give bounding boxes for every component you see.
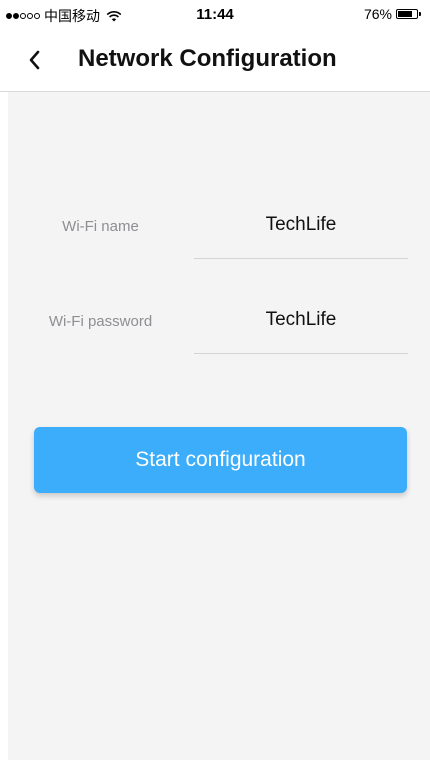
status-right: 76% bbox=[363, 6, 421, 22]
page-title: Network Configuration bbox=[78, 45, 337, 72]
wifi-password-label: Wi-Fi password bbox=[48, 313, 153, 330]
wifi-password-row: Wi-Fi password bbox=[8, 287, 430, 357]
wifi-password-input[interactable] bbox=[194, 287, 408, 354]
network-config-form: Wi-Fi name Wi-Fi password Start configur… bbox=[8, 92, 430, 760]
battery-icon bbox=[396, 9, 421, 19]
status-bar: 中国移动 11:44 76% bbox=[0, 0, 430, 28]
navigation-bar: Network Configuration bbox=[0, 28, 430, 92]
start-configuration-button[interactable]: Start configuration bbox=[34, 427, 407, 493]
chevron-left-icon bbox=[29, 50, 40, 70]
back-button[interactable] bbox=[22, 46, 46, 74]
battery-percent: 76% bbox=[363, 6, 392, 22]
wifi-name-input[interactable] bbox=[194, 192, 408, 259]
wifi-name-row: Wi-Fi name bbox=[8, 192, 430, 262]
wifi-name-label: Wi-Fi name bbox=[62, 218, 139, 235]
